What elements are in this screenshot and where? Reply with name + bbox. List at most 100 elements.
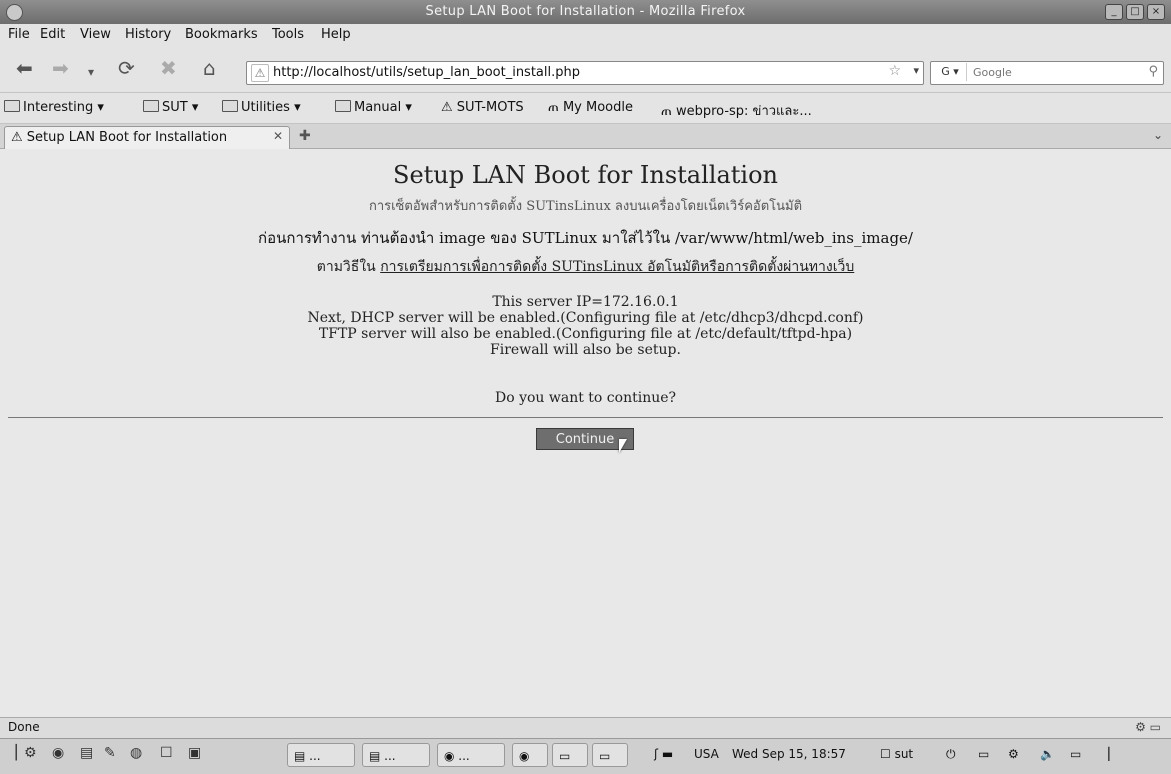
status-bar: Done ⚙ ▭ bbox=[0, 717, 1171, 738]
continue-question: Do you want to continue? bbox=[494, 390, 677, 406]
search-bar[interactable]: G ▾ ⚲ bbox=[930, 61, 1164, 85]
editor-launcher-icon[interactable]: ✎ bbox=[104, 745, 116, 761]
menu-history[interactable]: History bbox=[125, 27, 171, 42]
new-tab-icon[interactable]: ✚ bbox=[299, 128, 311, 144]
server-ip-line: This server IP=172.16.0.1 bbox=[492, 294, 679, 310]
history-dropdown-icon[interactable]: ▾ bbox=[88, 60, 94, 84]
terminal-launcher-icon[interactable]: ▣ bbox=[188, 745, 201, 761]
bookmarks-toolbar: Interesting ▾ SUT ▾ Utilities ▾ Manual ▾… bbox=[0, 93, 1171, 124]
minimize-icon[interactable]: _ bbox=[1105, 4, 1123, 20]
bookmark-sut[interactable]: SUT ▾ bbox=[143, 100, 198, 115]
display-icon[interactable]: ▭ bbox=[978, 747, 989, 761]
menu-bookmarks[interactable]: Bookmarks bbox=[185, 27, 258, 42]
window-icon: ▤ bbox=[294, 749, 310, 763]
bookmark-sut-mots[interactable]: ⚠ SUT-MOTS bbox=[441, 100, 524, 115]
guide-link[interactable]: การเตรียมการเพื่อการติดตั้ง SUTinsLinux … bbox=[380, 259, 854, 275]
show-desktop-icon[interactable]: ▕ bbox=[6, 745, 17, 761]
image-instruction: ก่อนการทำงาน ท่านต้องนำ image ของ SUTLin… bbox=[258, 229, 913, 247]
status-text: Done bbox=[8, 720, 40, 734]
user-switch[interactable]: ☐ sut bbox=[880, 747, 913, 761]
bookmark-my-moodle[interactable]: ጠ My Moodle bbox=[548, 100, 633, 115]
task-window-2[interactable]: ▤ ... bbox=[362, 743, 430, 767]
window-icon: ▤ bbox=[369, 749, 385, 763]
menu-view[interactable]: View bbox=[80, 27, 111, 42]
menu-tools[interactable]: Tools bbox=[272, 27, 304, 42]
folder-icon bbox=[222, 100, 238, 112]
menu-help[interactable]: Help bbox=[321, 27, 351, 42]
launcher-icon[interactable]: ⚙ bbox=[24, 745, 37, 761]
url-bar[interactable]: ⚠ ☆ ▾ bbox=[246, 61, 924, 85]
globe-icon: ⚠ bbox=[441, 100, 457, 115]
url-dropdown-icon[interactable]: ▾ bbox=[913, 64, 919, 77]
guide-prefix: ตามวิธีใน bbox=[316, 259, 376, 275]
window-icon: ▭ bbox=[599, 749, 611, 763]
close-icon[interactable]: × bbox=[1147, 4, 1165, 20]
screen-icon[interactable]: ▭ bbox=[1150, 720, 1161, 734]
window-icon: ▭ bbox=[559, 749, 571, 763]
reload-icon[interactable]: ⟳ bbox=[118, 56, 135, 80]
taskbar: ▕ ⚙ ◉ ▤ ✎ ◍ ☐ ▣ ▤ ... ▤ ... ◉ ... ◉ ▭ ▭ … bbox=[0, 738, 1171, 774]
task-window-6[interactable]: ▭ bbox=[592, 743, 628, 767]
back-icon[interactable]: ⬅ bbox=[16, 56, 33, 80]
mouse-cursor-icon bbox=[619, 439, 627, 453]
menu-file[interactable]: File bbox=[8, 27, 30, 42]
tab-label: Setup LAN Boot for Installation bbox=[26, 130, 228, 145]
home-icon[interactable]: ⌂ bbox=[203, 56, 216, 80]
browser-launcher-icon[interactable]: ◉ bbox=[52, 745, 64, 761]
bookmark-utilities[interactable]: Utilities ▾ bbox=[222, 100, 301, 115]
task-window-1[interactable]: ▤ ... bbox=[287, 743, 355, 767]
task-window-4[interactable]: ◉ bbox=[512, 743, 548, 767]
list-all-tabs-icon[interactable]: ⌄ bbox=[1153, 128, 1163, 142]
status-icons: ⚙ ▭ bbox=[1135, 720, 1161, 734]
addon-icon[interactable]: ⚙ bbox=[1135, 720, 1146, 734]
window-icon: ◉ bbox=[519, 749, 530, 763]
window-title: Setup LAN Boot for Installation - Mozill… bbox=[425, 4, 746, 19]
tftp-line: TFTP server will also be enabled.(Config… bbox=[318, 326, 853, 342]
page-subtitle: การเซ็ตอัพสำหรับการติดตั้ง SUTinsLinux ล… bbox=[368, 199, 803, 214]
search-icon[interactable]: ⚲ bbox=[1148, 64, 1158, 79]
guide-reference: ตามวิธีใน การเตรียมการเพื่อการติดตั้ง SU… bbox=[0, 256, 1171, 278]
maximize-icon[interactable]: □ bbox=[1126, 4, 1144, 20]
network-icon[interactable]: ʃ ▬ bbox=[654, 747, 673, 761]
trash-icon[interactable]: ▕ bbox=[1100, 747, 1109, 761]
server-info: This server IP=172.16.0.1 Next, DHCP ser… bbox=[0, 294, 1171, 358]
files-launcher-icon[interactable]: ▤ bbox=[80, 745, 93, 761]
folder-icon bbox=[335, 100, 351, 112]
folder-icon bbox=[143, 100, 159, 112]
search-engine-icon[interactable]: G ▾ bbox=[934, 63, 967, 81]
bookmark-interesting[interactable]: Interesting ▾ bbox=[4, 100, 104, 115]
update-icon[interactable]: ⚙ bbox=[1008, 747, 1019, 761]
forward-icon[interactable]: ➡ bbox=[52, 56, 69, 80]
window-controls: _ □ × bbox=[1105, 4, 1165, 20]
bookmark-manual[interactable]: Manual ▾ bbox=[335, 100, 412, 115]
firewall-line: Firewall will also be setup. bbox=[490, 342, 681, 358]
help-launcher-icon[interactable]: ◍ bbox=[130, 745, 142, 761]
menu-bar: File Edit View History Bookmarks Tools H… bbox=[0, 24, 1171, 46]
bookmark-star-icon[interactable]: ☆ bbox=[888, 63, 901, 79]
page-title: Setup LAN Boot for Installation bbox=[393, 161, 778, 189]
clock[interactable]: Wed Sep 15, 18:57 bbox=[732, 747, 846, 761]
page-content: Setup LAN Boot for Installation การเซ็ตอ… bbox=[0, 149, 1171, 717]
workspace-icon[interactable]: ▭ bbox=[1070, 747, 1081, 761]
power-icon[interactable]: ⏻ bbox=[946, 747, 956, 762]
keyboard-layout[interactable]: USA bbox=[694, 747, 719, 761]
stop-icon[interactable]: ✖ bbox=[160, 56, 177, 80]
user-icon: ☐ bbox=[880, 747, 895, 761]
bookmark-webpro[interactable]: ጠ webpro-sp: ข่าวและ... bbox=[661, 100, 812, 121]
task-window-5[interactable]: ▭ bbox=[552, 743, 588, 767]
url-input[interactable] bbox=[273, 63, 873, 81]
site-identity-icon[interactable]: ⚠ bbox=[251, 64, 269, 82]
divider bbox=[8, 417, 1163, 418]
search-input[interactable] bbox=[973, 63, 1133, 81]
tab-setup-lan-boot[interactable]: ⚠ Setup LAN Boot for Installation ✕ bbox=[4, 126, 290, 149]
menu-edit[interactable]: Edit bbox=[40, 27, 65, 42]
task-window-3[interactable]: ◉ ... bbox=[437, 743, 505, 767]
favicon-icon: ⚠ bbox=[11, 130, 27, 145]
notes-launcher-icon[interactable]: ☐ bbox=[160, 745, 173, 761]
moodle-icon: ጠ bbox=[548, 100, 563, 115]
folder-icon bbox=[4, 100, 20, 112]
tab-strip: ⚠ Setup LAN Boot for Installation ✕ ✚ ⌄ bbox=[0, 124, 1171, 149]
volume-icon[interactable]: 🔈 bbox=[1040, 747, 1055, 761]
tab-close-icon[interactable]: ✕ bbox=[273, 129, 283, 143]
window-icon: ◉ bbox=[444, 749, 459, 763]
